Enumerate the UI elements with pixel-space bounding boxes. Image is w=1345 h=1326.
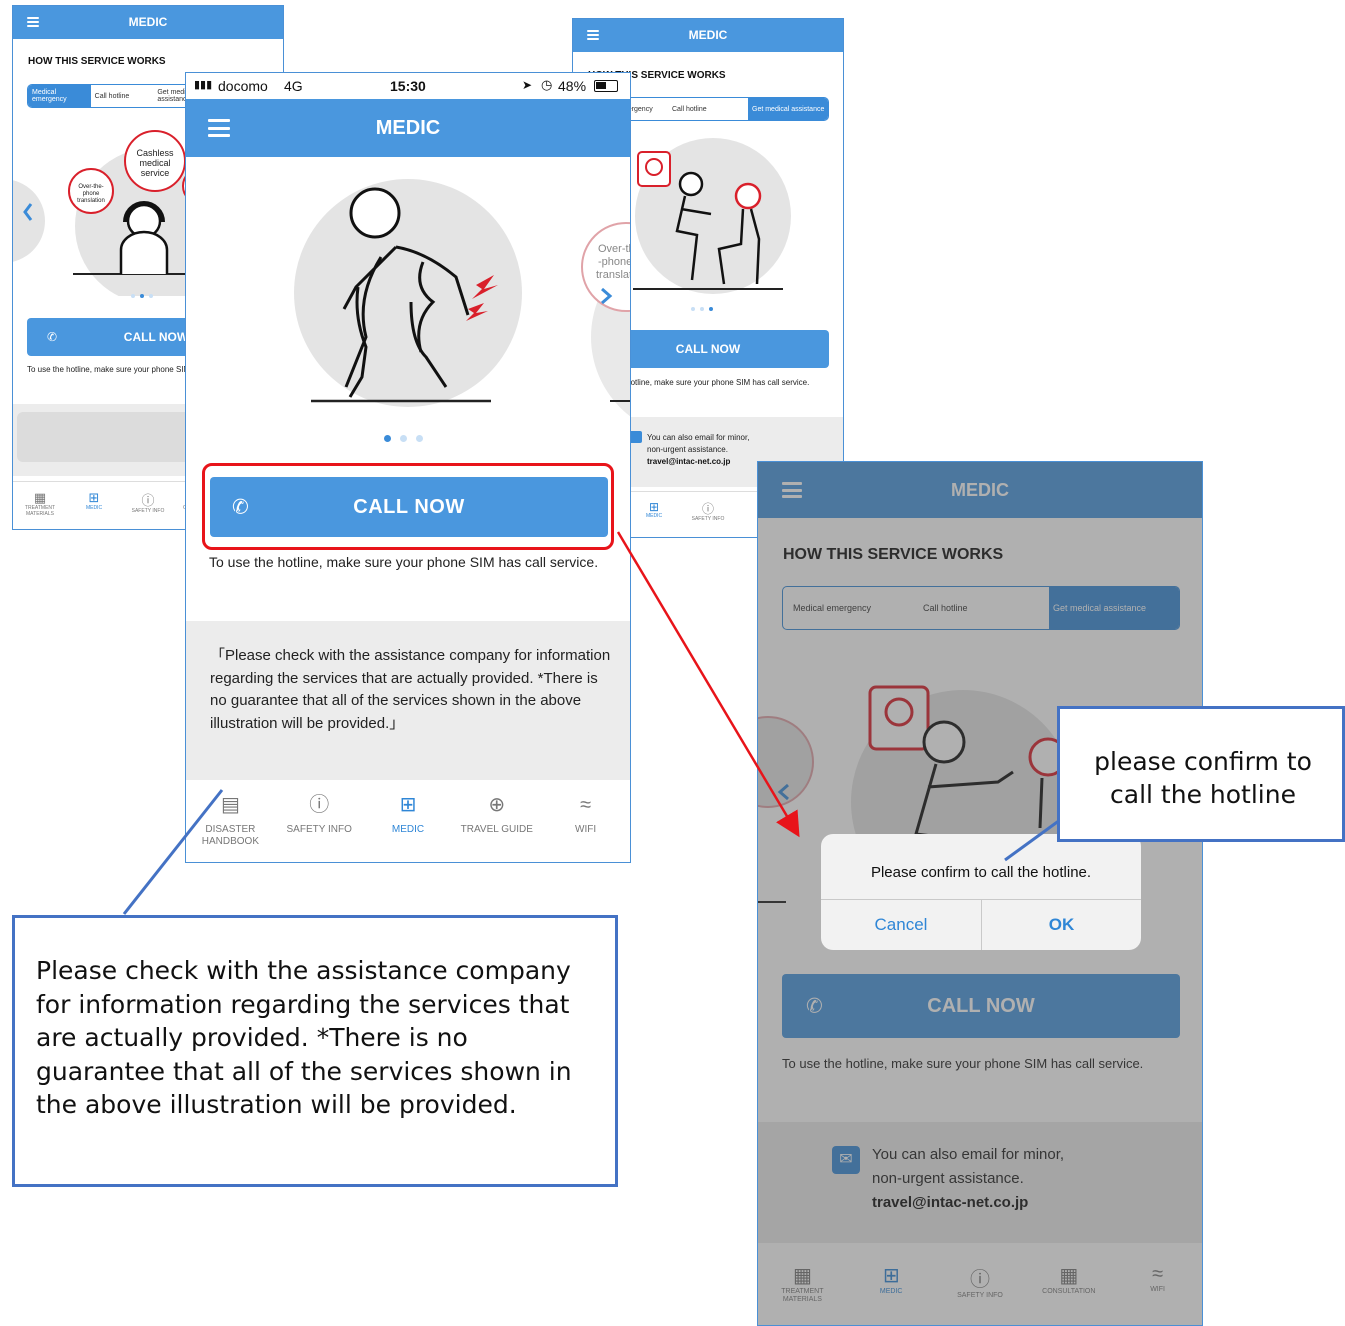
callout-dialog: please confirm to call the hotline (1057, 706, 1345, 842)
callout-dialog-text: please confirm to call the hotline (1094, 747, 1312, 809)
callout-disclaimer-text: Please check with the assistance company… (36, 956, 572, 1119)
callout-disclaimer: Please check with the assistance company… (12, 915, 618, 1187)
